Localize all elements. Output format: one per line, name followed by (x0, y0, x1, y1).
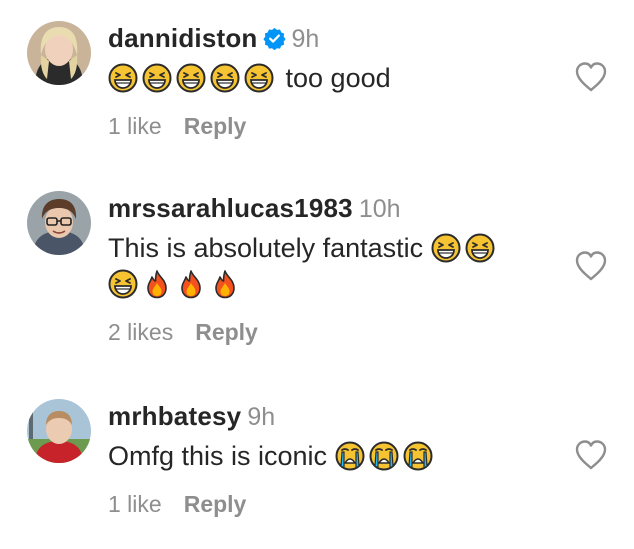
loudly-crying-face-emoji (369, 441, 399, 471)
loudly-crying-face-emoji (403, 441, 433, 471)
comment-timestamp: 9h (291, 25, 320, 53)
grinning-squinting-face-emoji (142, 63, 172, 93)
avatar[interactable] (27, 21, 91, 85)
fire-emoji (142, 269, 172, 299)
verified-badge-icon (262, 26, 286, 51)
loudly-crying-face-emoji (335, 441, 365, 471)
like-count[interactable]: 2 likes (108, 319, 173, 345)
reply-button[interactable]: Reply (184, 113, 247, 139)
comment-text-content: too good (285, 63, 391, 93)
comment-text: too good (108, 60, 564, 96)
grinning-squinting-face-emoji (465, 233, 495, 263)
comment-text: This is absolutely fantastic (108, 230, 564, 302)
reply-button[interactable]: Reply (184, 491, 247, 517)
heart-like-icon[interactable] (574, 250, 608, 282)
heart-like-icon[interactable] (574, 439, 608, 471)
grinning-squinting-face-emoji (210, 63, 240, 93)
grinning-squinting-face-emoji (176, 63, 206, 93)
grinning-squinting-face-emoji (431, 233, 461, 263)
fire-emoji (210, 269, 240, 299)
comment-username[interactable]: dannidiston (108, 23, 258, 53)
grinning-squinting-face-emoji (244, 63, 274, 93)
comment-timestamp: 10h (358, 195, 401, 223)
fire-emoji (176, 269, 206, 299)
comment-text: Omfg this is iconic (108, 438, 564, 474)
comment-timestamp: 9h (247, 403, 276, 431)
avatar[interactable] (27, 399, 91, 463)
reply-button[interactable]: Reply (195, 319, 258, 345)
comment-text-content: This is absolutely fantastic (108, 233, 424, 263)
comment-username[interactable]: mrssarahlucas1983 (108, 193, 353, 223)
comment-text-content: Omfg this is iconic (108, 441, 328, 471)
like-count[interactable]: 1 like (108, 113, 162, 139)
like-count[interactable]: 1 like (108, 491, 162, 517)
grinning-squinting-face-emoji (108, 269, 138, 299)
comment-username[interactable]: mrhbatesy (108, 401, 241, 431)
avatar[interactable] (27, 191, 91, 255)
grinning-squinting-face-emoji (108, 63, 138, 93)
heart-like-icon[interactable] (574, 61, 608, 93)
